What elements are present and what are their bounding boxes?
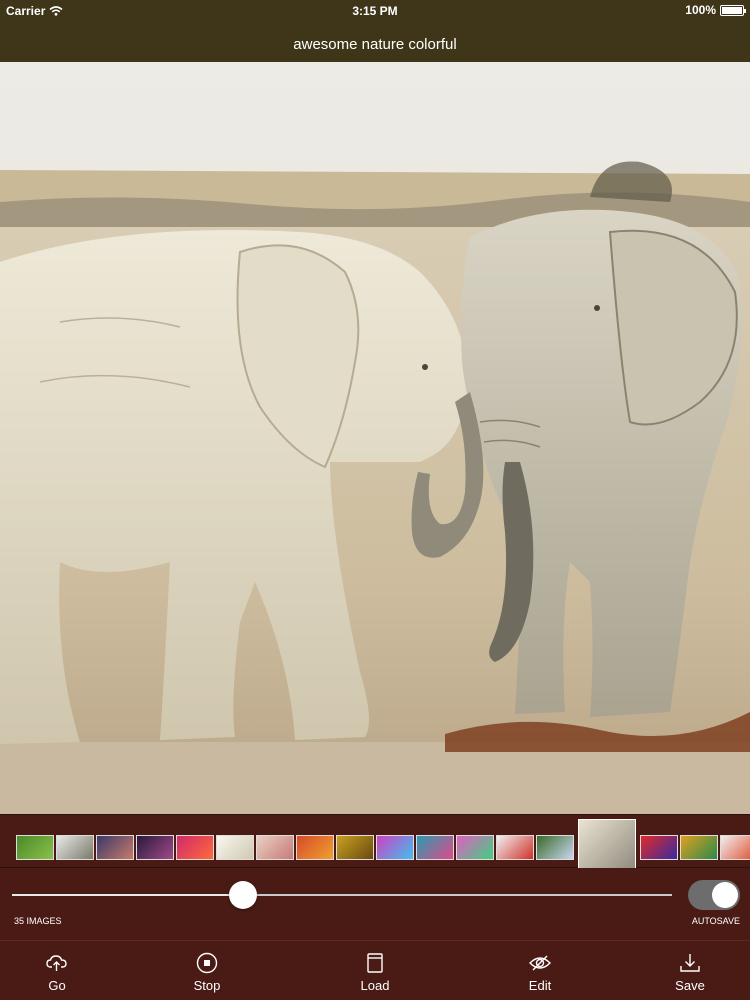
battery-info: 100% (685, 3, 746, 17)
toggle-knob (712, 882, 738, 908)
stop-label: Stop (193, 978, 221, 993)
go-button[interactable]: Go (12, 941, 102, 1000)
thumbnail[interactable] (296, 835, 334, 860)
battery-percent: 100% (685, 3, 716, 17)
edit-label: Edit (528, 978, 552, 993)
thumbnail[interactable] (456, 835, 494, 860)
main-photo[interactable] (0, 62, 750, 814)
bottom-toolbar: Go Stop Load Edit Save (0, 940, 750, 1000)
image-slider[interactable] (12, 881, 672, 909)
thumbnail[interactable] (16, 835, 54, 860)
thumbnail[interactable] (216, 835, 254, 860)
save-button[interactable]: Save (645, 941, 735, 1000)
download-icon (680, 954, 700, 972)
thumbnail[interactable] (536, 835, 574, 860)
thumbnail[interactable] (640, 835, 678, 860)
images-count: 35 IMAGES (14, 916, 62, 926)
controls-panel: 35 IMAGES AUTOSAVE (0, 868, 750, 940)
page-title: awesome nature colorful (293, 36, 457, 53)
load-button[interactable]: Load (330, 941, 420, 1000)
go-label: Go (48, 978, 66, 993)
edit-button[interactable]: Edit (495, 941, 585, 1000)
slider-fill (12, 894, 243, 896)
thumbnail[interactable] (136, 835, 174, 860)
navigation-bar: awesome nature colorful (0, 22, 750, 62)
status-time: 3:15 PM (352, 4, 398, 18)
eye-icon (529, 955, 551, 971)
document-icon (367, 953, 383, 973)
status-bar: Carrier 3:15 PM 100% (0, 0, 750, 22)
thumbnail[interactable] (96, 835, 134, 860)
cloud-upload-icon (46, 955, 67, 971)
stop-icon (196, 952, 218, 974)
thumbnail[interactable] (256, 835, 294, 860)
load-label: Load (360, 978, 390, 993)
thumbnail[interactable] (720, 835, 750, 860)
thumbnail[interactable] (336, 835, 374, 860)
thumbnail[interactable] (376, 835, 414, 860)
thumbnail[interactable] (56, 835, 94, 860)
thumbnail[interactable] (176, 835, 214, 860)
autosave-label: AUTOSAVE (691, 916, 740, 926)
elephants-image (0, 62, 750, 814)
thumbnail[interactable] (416, 835, 454, 860)
autosave-toggle[interactable] (688, 880, 740, 910)
thumbnail[interactable] (680, 835, 718, 860)
stop-button[interactable]: Stop (162, 941, 252, 1000)
thumbnail[interactable] (496, 835, 534, 860)
save-label: Save (675, 978, 705, 993)
thumbnail-strip[interactable] (0, 814, 750, 877)
battery-icon (720, 4, 746, 16)
slider-thumb[interactable] (229, 881, 257, 909)
